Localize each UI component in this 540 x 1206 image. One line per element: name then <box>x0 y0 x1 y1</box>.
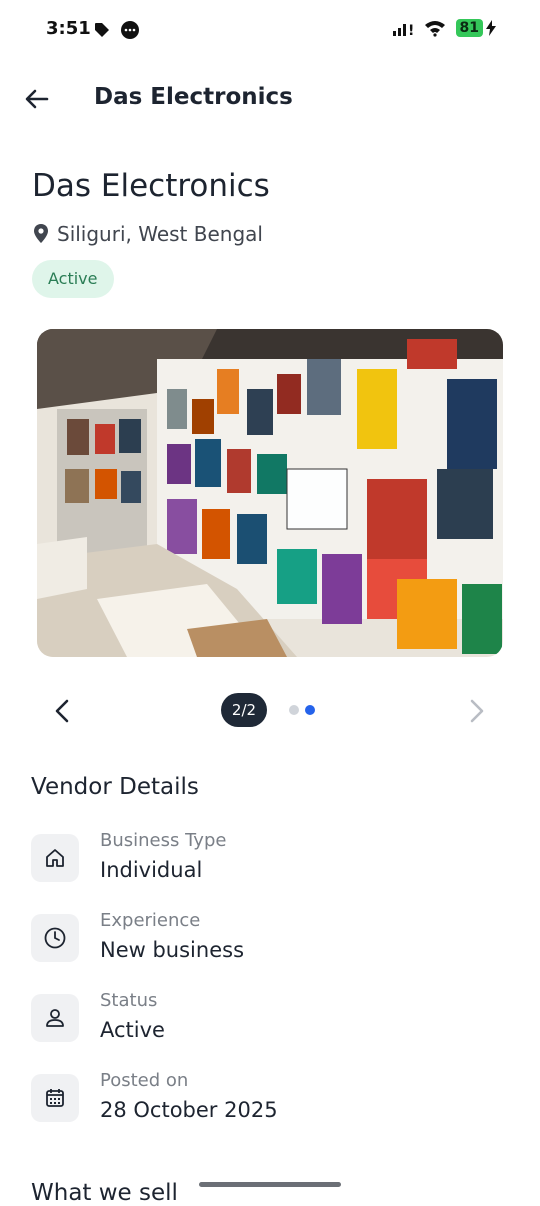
detail-label: Posted on <box>100 1070 189 1091</box>
detail-business-type: Business Type Individual <box>31 830 511 894</box>
status-left-icons <box>92 20 140 40</box>
detail-posted-on: Posted on 28 October 2025 <box>31 1070 511 1134</box>
detail-experience: Experience New business <box>31 910 511 974</box>
svg-text:!: ! <box>408 23 414 37</box>
home-icon <box>31 834 79 882</box>
detail-value: 28 October 2025 <box>100 1098 278 1122</box>
map-pin-icon <box>34 224 48 243</box>
clock-icon <box>31 914 79 962</box>
signal-icon: ! <box>392 23 414 37</box>
chevron-right-icon[interactable] <box>463 696 489 726</box>
home-indicator[interactable] <box>199 1182 341 1187</box>
detail-value: Individual <box>100 858 203 882</box>
message-bubble-icon <box>121 21 139 39</box>
charging-bolt-icon <box>486 20 496 36</box>
vendor-details-title: Vendor Details <box>31 774 199 800</box>
detail-label: Business Type <box>100 830 227 851</box>
status-right-icons: ! 81 <box>392 19 496 37</box>
pagination-dots <box>289 705 315 715</box>
detail-value: New business <box>100 938 245 962</box>
what-we-sell-title: What we sell <box>31 1180 178 1206</box>
chevron-left-icon[interactable] <box>50 696 76 726</box>
gallery-carousel-controls: 2/2 <box>0 690 540 732</box>
page-title: Das Electronics <box>94 84 293 110</box>
detail-label: Experience <box>100 910 201 931</box>
calendar-icon <box>31 1074 79 1122</box>
arrow-left-icon[interactable] <box>22 84 52 114</box>
detail-value: Active <box>100 1018 165 1042</box>
app-header: Das Electronics <box>0 72 540 126</box>
shop-location: Siliguri, West Bengal <box>33 222 263 246</box>
shop-photo[interactable] <box>37 329 503 657</box>
user-icon <box>31 994 79 1042</box>
detail-status: Status Active <box>31 990 511 1054</box>
battery-icon: 81 <box>455 19 496 37</box>
pagination-dot-1[interactable] <box>289 705 299 715</box>
status-badge: Active <box>32 260 114 298</box>
status-bar: 3:51 ! 81 <box>0 0 540 60</box>
image-counter: 2/2 <box>221 693 267 727</box>
shop-name: Das Electronics <box>32 168 270 204</box>
wifi-icon <box>424 21 445 37</box>
status-time: 3:51 <box>46 18 91 39</box>
tag-icon <box>95 23 109 37</box>
shop-photo-illustration <box>37 329 503 657</box>
battery-level: 81 <box>455 19 483 37</box>
pagination-dot-2[interactable] <box>305 705 315 715</box>
detail-label: Status <box>100 990 158 1011</box>
location-text: Siliguri, West Bengal <box>57 222 263 246</box>
